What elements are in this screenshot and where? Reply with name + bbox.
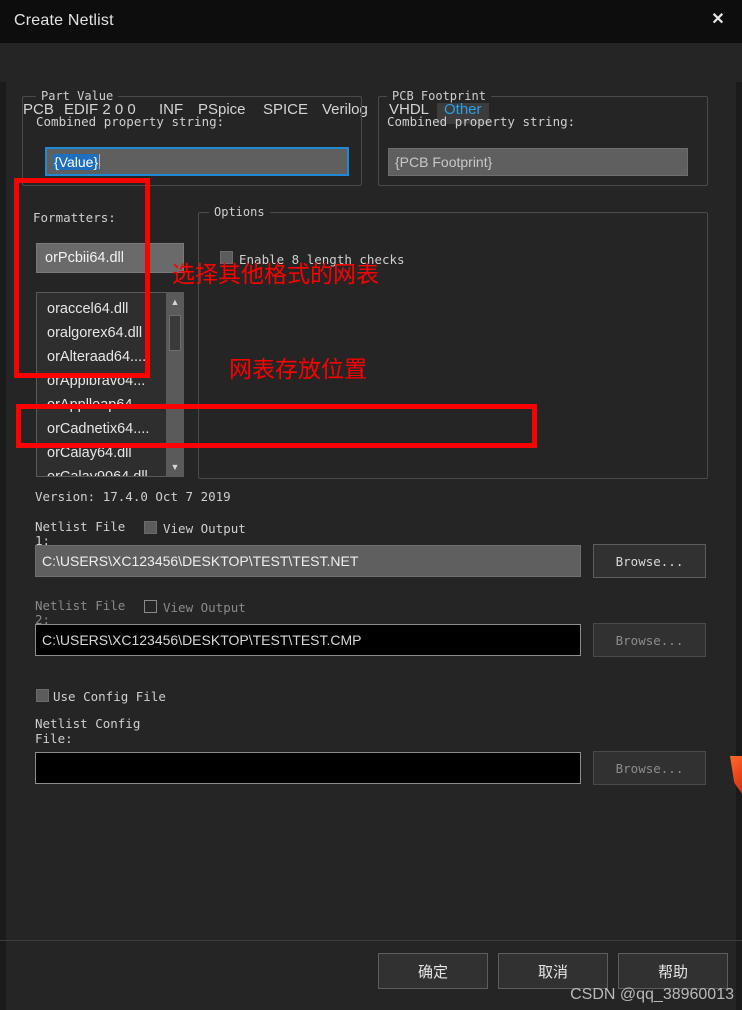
format-tab-bar: PCB EDIF 2 0 0 INF PSpice SPICE Verilog … — [0, 43, 742, 124]
part-value-input[interactable]: {Value} — [45, 147, 349, 176]
use-config-file-label: Use Config File — [53, 689, 166, 704]
enable-length-checks-checkbox[interactable] — [220, 251, 233, 264]
pcb-footprint-legend: PCB Footprint — [387, 89, 491, 103]
part-value-field-label: Combined property string: — [36, 114, 225, 129]
netlist-1-view-output-checkbox[interactable] — [144, 521, 157, 534]
list-item[interactable]: orAppibravo4... — [37, 369, 145, 393]
netlist-file-1-label: Netlist File 1: — [35, 519, 126, 548]
footer-divider — [0, 940, 742, 941]
netlist-config-file-path-input[interactable] — [35, 752, 581, 784]
list-item[interactable]: orCadnetix64.... — [37, 417, 149, 441]
list-item[interactable]: oraccel64.dll — [37, 297, 128, 321]
netlist-config-file-browse-button[interactable]: Browse... — [593, 751, 706, 785]
dialog-right-edge — [736, 43, 742, 1010]
help-button[interactable]: 帮助 — [618, 953, 728, 989]
ok-button[interactable]: 确定 — [378, 953, 488, 989]
list-item[interactable]: oralgorex64.dll — [37, 321, 142, 345]
enable-length-checks-label: Enable 8 length checks — [239, 252, 405, 267]
list-item[interactable]: orApplleap64... — [37, 393, 145, 417]
list-item[interactable]: orAlteraad64.... — [37, 345, 146, 369]
formatters-label: Formatters: — [33, 210, 116, 225]
chevron-up-icon[interactable]: ▲ — [166, 293, 184, 311]
window-title: Create Netlist — [14, 12, 114, 29]
options-legend: Options — [209, 205, 270, 219]
netlist-file-2-label: Netlist File 2: — [35, 598, 126, 627]
netlist-1-view-output-label: View Output — [163, 521, 246, 536]
netlist-file-1-browse-button[interactable]: Browse... — [593, 544, 706, 578]
pcb-footprint-input-text: {PCB Footprint} — [395, 154, 493, 170]
netlist-file-1-path-text: C:\USERS\XC123456\DESKTOP\TEST\TEST.NET — [42, 553, 359, 569]
text-caret — [99, 154, 101, 169]
netlist-file-2-path-text: C:\USERS\XC123456\DESKTOP\TEST\TEST.CMP — [42, 632, 362, 648]
pcb-footprint-input[interactable]: {PCB Footprint} — [388, 148, 688, 176]
use-config-file-checkbox[interactable] — [36, 689, 49, 702]
formatter-selected-combo[interactable]: orPcbii64.dll — [36, 243, 184, 273]
list-item[interactable]: orCalay64.dll — [37, 441, 132, 465]
pcb-footprint-field-label: Combined property string: — [387, 114, 576, 129]
part-value-legend: Part Value — [36, 89, 119, 103]
netlist-file-1-path-input[interactable]: C:\USERS\XC123456\DESKTOP\TEST\TEST.NET — [35, 545, 581, 577]
list-item[interactable]: orCalay9064.dll — [37, 465, 148, 476]
csdn-watermark: CSDN @qq_38960013 — [570, 986, 734, 1003]
cancel-button[interactable]: 取消 — [498, 953, 608, 989]
netlist-file-2-path-input[interactable]: C:\USERS\XC123456\DESKTOP\TEST\TEST.CMP — [35, 624, 581, 656]
title-bar: Create Netlist ✕ — [0, 0, 742, 43]
netlist-2-view-output-label: View Output — [163, 600, 246, 615]
version-text: Version: 17.4.0 Oct 7 2019 — [35, 489, 231, 504]
part-value-input-text: {Value} — [53, 153, 100, 170]
formatter-list[interactable]: oraccel64.dll oralgorex64.dll orAlteraad… — [36, 292, 184, 477]
close-icon[interactable]: ✕ — [700, 4, 736, 34]
create-netlist-dialog: Create Netlist ✕ PCB EDIF 2 0 0 INF PSpi… — [0, 0, 742, 1010]
chevron-down-icon[interactable]: ▼ — [166, 458, 184, 476]
netlist-2-view-output-checkbox[interactable] — [144, 600, 157, 613]
formatter-list-scrollbar[interactable]: ▲ ▼ — [166, 293, 184, 476]
netlist-file-2-browse-button[interactable]: Browse... — [593, 623, 706, 657]
dialog-left-edge — [0, 43, 6, 1010]
netlist-config-file-label: Netlist Config File: — [35, 716, 141, 746]
formatter-selected-text: orPcbii64.dll — [45, 250, 124, 266]
scrollbar-thumb[interactable] — [169, 315, 181, 351]
